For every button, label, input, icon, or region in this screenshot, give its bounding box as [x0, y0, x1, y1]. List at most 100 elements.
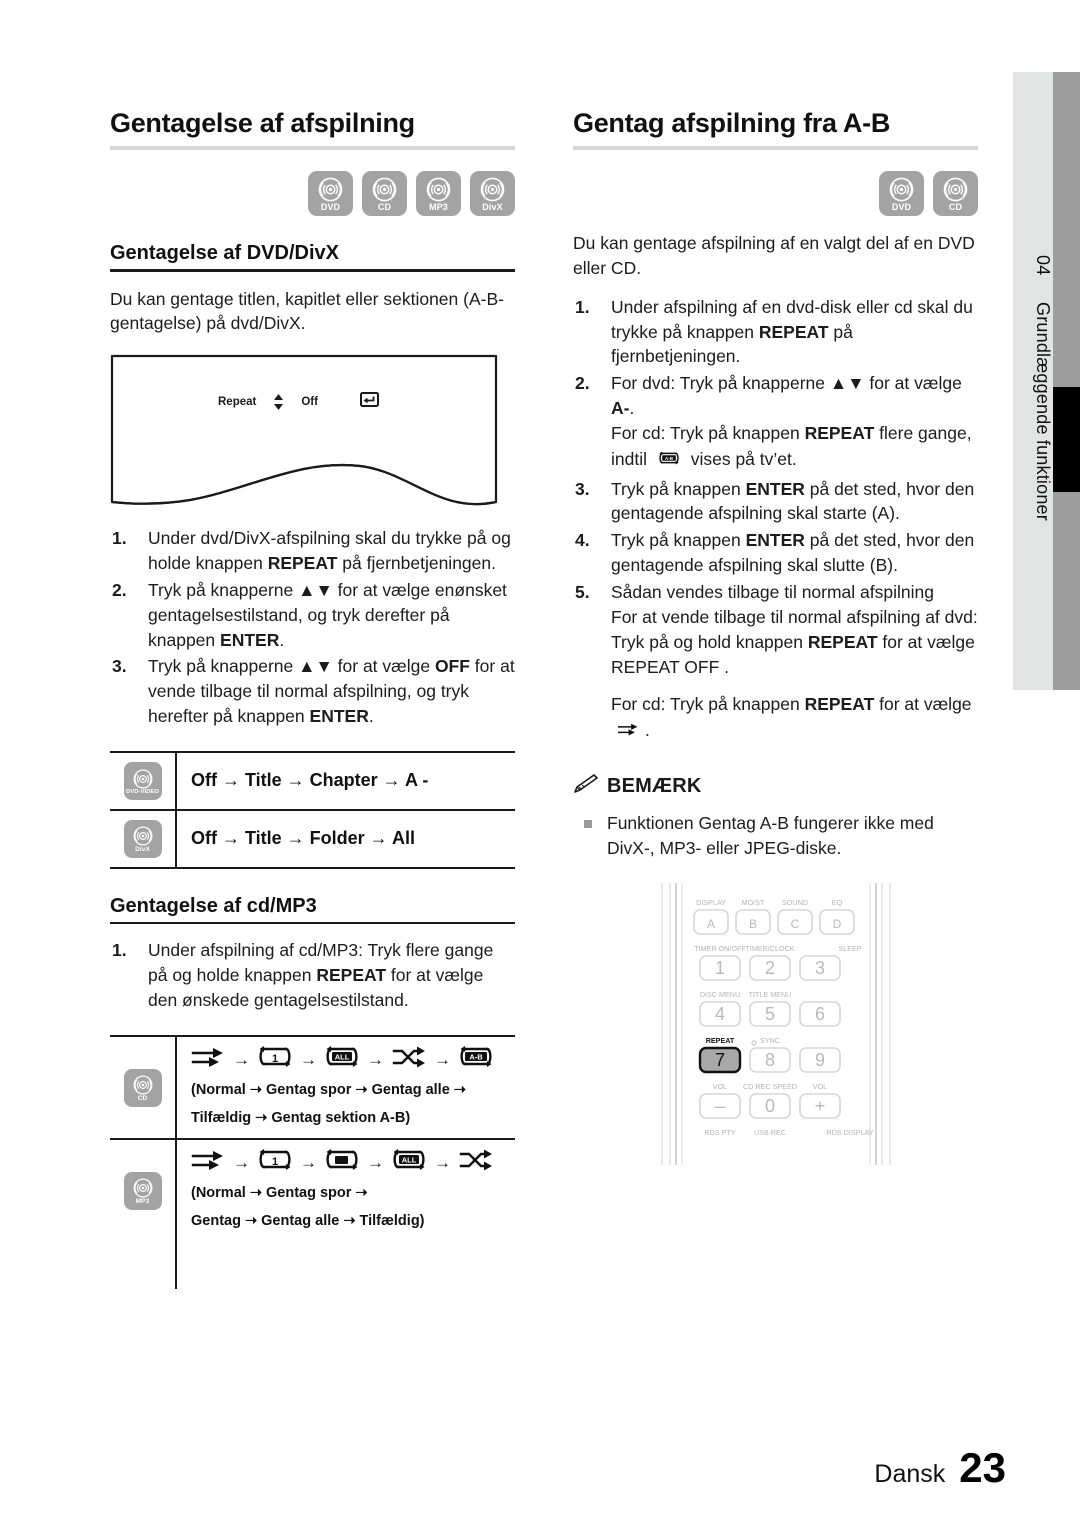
remote-key-text: 9 [814, 1050, 824, 1070]
footer-page-number: 23 [959, 1444, 1006, 1491]
svg-text:A-B: A-B [665, 456, 674, 461]
remote-key-text: 4 [714, 1004, 724, 1024]
step-text: Tryk på knapperne [148, 656, 299, 677]
repeat-all-icon: ALL [392, 1149, 426, 1176]
svg-text:1: 1 [272, 1053, 278, 1065]
remote-key-label: USB REC [754, 1128, 786, 1137]
mode-sequence-text: Off → Title → Chapter → A - [191, 770, 429, 791]
table-spacer-text-cell [176, 1241, 515, 1289]
svg-text:ALL: ALL [335, 1053, 350, 1062]
svg-text:A-B: A-B [469, 1053, 483, 1062]
step-item: 3. Tryk på knappen ENTER på det sted, hvo… [573, 477, 978, 527]
table-text-cell: → 1 → ALL → → A-B (Normal ➝ Gentag spor ➝ Ge… [176, 1035, 515, 1140]
remote-key-text: 7 [714, 1050, 724, 1070]
mode-caption-line: (Normal ➝ Gentag spor ➝ [191, 1185, 368, 1202]
sequence-arrow-icon: → [300, 1152, 317, 1172]
mode-caption-line: Tilfældig ➝ Gentag sektion A-B) [191, 1110, 411, 1127]
disc-badge-caption: CD [377, 202, 392, 213]
mode-sequence-text: Off → Title → Folder → All [191, 828, 416, 849]
remote-svg: DISPLAY MO/ST SOUND EQ A B C D TIMER ON/OFF TIMER… [660, 882, 891, 1165]
remote-key-label: TIMER ON/OFF [694, 944, 746, 953]
disc-glyph-icon [480, 177, 505, 202]
step-text: . [368, 706, 374, 727]
step-item: 5. Sådan vendes tilbage til normal afspil… [573, 580, 978, 746]
remote-key-label: RDS PTY [704, 1128, 735, 1137]
emphasis-text: REPEAT [807, 631, 878, 652]
remote-key-text: 1 [714, 958, 724, 978]
step-text: For cd: Tryk på knappen [611, 694, 805, 715]
sequence-arrow-icon: → [233, 1049, 250, 1069]
subheading-dvd-divx: Gentagelse af DVD/DivX [110, 242, 339, 265]
step-item: 2. For dvd: Tryk på knapperne ▲▼ for at v… [573, 371, 978, 474]
table-icon-cell: DVD-VIDEO [110, 750, 177, 810]
step-number: 1. [112, 940, 127, 961]
step-number: 2. [575, 373, 590, 394]
disc-glyph-icon [133, 769, 153, 789]
remote-key-text: 8 [764, 1050, 774, 1070]
dvd-video-badge: DVD-VIDEO [123, 761, 162, 800]
step-extra-line: indtil A-B vises på tv’et. [611, 446, 978, 475]
step-text: . [279, 629, 285, 650]
remote-key-label: RDS DISPLAY [826, 1128, 873, 1137]
dvd-badge: DVD [879, 171, 924, 217]
step-number: 1. [112, 528, 127, 549]
emphasis-text: ENTER [309, 706, 369, 727]
remote-key-label: EQ [831, 898, 842, 907]
table-row: DivX Off → Title → Folder → All [110, 808, 515, 869]
repeat-folder-icon [325, 1149, 359, 1176]
emphasis-text: ENTER [220, 629, 280, 650]
remote-key-text: C [790, 917, 799, 931]
emphasis-text: REPEAT [758, 321, 829, 342]
side-tab-number: 04 [1033, 255, 1053, 276]
table-text-cell: Off → Title → Folder → All [176, 808, 515, 869]
step-text: for at vælge [877, 631, 975, 652]
osd-repeat-row: Repeat Off [218, 394, 318, 411]
step-body: Tryk på knappen ENTER på det sted, hvor … [611, 479, 974, 524]
step-body: Under afspilning af en dvd-disk eller cd… [611, 297, 973, 367]
remote-key-label: TIMER/CLOCK [745, 944, 794, 953]
disc-glyph-icon [133, 1178, 153, 1198]
step-text: REPEAT OFF . [611, 656, 729, 677]
step-body: Tryk på knapperne ▲▼ for at vælge OFF fo… [148, 656, 515, 726]
emphasis-text: OFF [434, 656, 470, 677]
repeat-ab-icon: A-B [459, 1046, 493, 1073]
table-row: DVD-VIDEO Off → Title → Chapter → A - [110, 750, 515, 810]
disc-badge-caption: MP3 [135, 1197, 150, 1205]
table-text-cell: Off → Title → Chapter → A - [176, 750, 515, 810]
left-column: Gentagelse af afspilning DVD CD MP3 DivX… [110, 108, 515, 1290]
osd-illustration: Repeat Off [110, 354, 515, 512]
normal-icon [191, 1149, 225, 1176]
table-icon-cell: MP3 [110, 1138, 177, 1242]
subheading-rule-cd [110, 921, 515, 925]
sequence-arrow-icon: → [434, 1049, 451, 1069]
disc-badge-caption: MP3 [429, 202, 448, 213]
disc-glyph-icon [133, 1075, 153, 1095]
right-column: Gentag afspilning fra A-B DVD CD Du kan … [573, 108, 978, 1173]
disc-glyph-icon [426, 177, 451, 202]
note-header: BEMÆRK [573, 774, 978, 799]
disc-badge-row-right: DVD CD [573, 171, 978, 217]
disc-glyph-icon [318, 177, 343, 202]
cd-badge: CD [123, 1068, 162, 1107]
remote-key-text: 0 [764, 1096, 774, 1116]
shuffle-icon [459, 1149, 493, 1176]
up-down-arrow-icon [273, 394, 284, 411]
table-text-cell: → 1 → → ALL → (Normal ➝ Gentag spor ➝ Gentag… [176, 1138, 515, 1242]
step-body: Under dvd/DivX-afspilning skal du trykke… [148, 528, 511, 573]
disc-badge-caption: DivX [482, 202, 503, 213]
step-extra-line: Tryk på og hold knappen REPEAT for at væ… [611, 630, 978, 655]
remote-key-text: – [714, 1096, 724, 1116]
step-item: 1. Under dvd/DivX-afspilning skal du tryk… [110, 526, 515, 576]
step-extra-line: REPEAT OFF . [611, 655, 978, 680]
repeat-all-icon: ALL [325, 1046, 359, 1073]
emphasis-text: REPEAT [804, 694, 875, 715]
table-icon-cell: CD [110, 1035, 177, 1140]
page-title-left: Gentagelse af afspilning [110, 108, 415, 138]
step-item: 4. Tryk på knappen ENTER på det sted, hvo… [573, 528, 978, 578]
step-text: for at vælge [864, 373, 962, 394]
remote-key-text: 3 [814, 958, 824, 978]
step-text: Tryk på og hold knappen [611, 631, 808, 652]
remote-key-label: SYNC [760, 1036, 780, 1045]
step-number: 2. [112, 579, 127, 600]
remote-key-text: 5 [764, 1004, 774, 1024]
